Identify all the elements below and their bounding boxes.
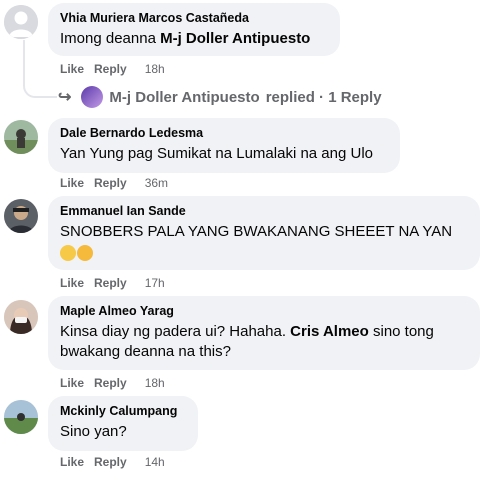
- comment-author[interactable]: Vhia Muriera Marcos Castañeda: [60, 11, 328, 26]
- reply-button[interactable]: Reply: [94, 376, 127, 390]
- comment-author[interactable]: Maple Almeo Yarag: [60, 304, 468, 319]
- comment-bubble: Maple Almeo Yarag Kinsa diay ng padera u…: [48, 296, 480, 370]
- comment-emojis: [60, 244, 468, 262]
- reply-button[interactable]: Reply: [94, 455, 127, 469]
- profile-photo: [4, 400, 38, 434]
- like-button[interactable]: Like: [60, 176, 84, 190]
- reply-arrow-icon: ↪: [58, 89, 72, 106]
- mention-link[interactable]: M-j Doller Antipuesto: [160, 30, 310, 47]
- replies-label: replied · 1 Reply: [265, 88, 382, 106]
- comment-text: Kinsa diay ng padera ui? Hahaha. Cris Al…: [60, 322, 468, 362]
- grinning-sweat-emoji: [60, 244, 76, 261]
- mention-link[interactable]: Cris Almeo: [290, 323, 369, 340]
- comment-text: SNOBBERS PALA YANG BWAKANANG SHEEET NA Y…: [60, 223, 453, 240]
- comment-actions: Like Reply 36m: [60, 176, 168, 190]
- replier-avatar: [81, 86, 104, 108]
- comment-text: Sino yan?: [60, 423, 127, 440]
- timestamp[interactable]: 14h: [145, 455, 165, 469]
- comment-text-prefix: Kinsa diay ng padera ui? Hahaha.: [60, 323, 291, 340]
- comment-text: Imong deanna M-j Doller Antipuesto: [60, 29, 328, 49]
- like-button[interactable]: Like: [60, 376, 84, 390]
- timestamp[interactable]: 17h: [145, 276, 165, 290]
- like-button[interactable]: Like: [60, 276, 84, 290]
- timestamp[interactable]: 36m: [145, 176, 168, 190]
- comment-text-prefix: Imong deanna: [60, 30, 161, 47]
- comment-actions: Like Reply 18h: [60, 62, 165, 76]
- avatar-default[interactable]: [4, 5, 38, 39]
- flushed-emoji: [77, 244, 93, 261]
- comment-actions: Like Reply 14h: [60, 455, 165, 469]
- replier-name: M-j Doller Antipuesto: [109, 88, 260, 106]
- avatar-emmanuel[interactable]: [4, 199, 38, 233]
- comment-author[interactable]: Mckinly Calumpang: [60, 404, 186, 419]
- timestamp[interactable]: 18h: [145, 376, 165, 390]
- like-button[interactable]: Like: [60, 455, 84, 469]
- reply-button[interactable]: Reply: [94, 176, 127, 190]
- default-profile-icon: [4, 5, 38, 39]
- profile-photo: [4, 199, 38, 233]
- avatar-maple[interactable]: [4, 300, 38, 334]
- avatar-dale[interactable]: [4, 120, 38, 154]
- like-button[interactable]: Like: [60, 62, 84, 76]
- comment-text: Yan Yung pag Sumikat na Lumalaki na ang …: [60, 145, 373, 162]
- comment-author[interactable]: Dale Bernardo Ledesma: [60, 126, 388, 141]
- comment-bubble: Emmanuel Ian Sande SNOBBERS PALA YANG BW…: [48, 196, 480, 270]
- comment-author[interactable]: Emmanuel Ian Sande: [60, 204, 468, 219]
- reply-button[interactable]: Reply: [94, 62, 127, 76]
- reply-button[interactable]: Reply: [94, 276, 127, 290]
- comment-bubble: Mckinly Calumpang Sino yan?: [48, 396, 198, 451]
- view-replies[interactable]: ↪ M-j Doller Antipuesto replied · 1 Repl…: [58, 86, 382, 108]
- comment-actions: Like Reply 18h: [60, 376, 165, 390]
- avatar-mckinly[interactable]: [4, 400, 38, 434]
- profile-photo: [4, 300, 38, 334]
- comment-actions: Like Reply 17h: [60, 276, 165, 290]
- comment-bubble: Dale Bernardo Ledesma Yan Yung pag Sumik…: [48, 118, 400, 173]
- timestamp[interactable]: 18h: [145, 62, 165, 76]
- profile-photo: [4, 120, 38, 154]
- comment-bubble: Vhia Muriera Marcos Castañeda Imong dean…: [48, 3, 340, 56]
